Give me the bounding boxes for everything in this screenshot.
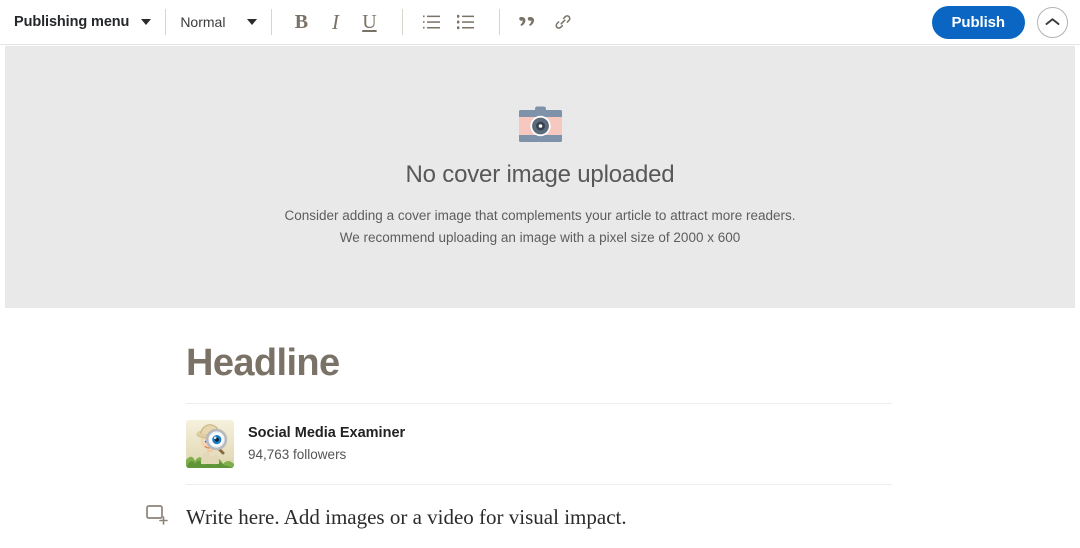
chevron-down-icon: [247, 19, 258, 25]
cover-image-upload-area[interactable]: No cover image uploaded Consider adding …: [5, 46, 1075, 308]
quote-icon: [519, 17, 535, 26]
camera-icon: [517, 106, 564, 151]
author-meta: Social Media Examiner 94,763 followers: [248, 424, 405, 464]
avatar: [186, 420, 234, 468]
text-format-group: B I U: [286, 7, 388, 37]
add-image-block-icon: [146, 505, 168, 525]
ordered-list-button[interactable]: [417, 7, 447, 37]
article-body-input[interactable]: Write here. Add images or a video for vi…: [186, 505, 627, 530]
social-media-examiner-logo: [186, 420, 234, 468]
article-body-row: Write here. Add images or a video for vi…: [146, 485, 892, 530]
ordered-list-icon: [423, 15, 441, 29]
quote-button[interactable]: [514, 7, 544, 37]
bulleted-list-button[interactable]: [451, 7, 481, 37]
author-followers: 94,763 followers: [248, 447, 347, 462]
publish-button[interactable]: Publish: [931, 5, 1025, 39]
author-name: Social Media Examiner: [248, 425, 406, 441]
author-row: Social Media Examiner 94,763 followers: [186, 404, 892, 484]
toolbar-actions: Publish: [931, 5, 1068, 39]
toolbar-divider: [271, 9, 273, 35]
cover-subtitle-line1: Consider adding a cover image that compl…: [284, 207, 796, 223]
collapse-toolbar-button[interactable]: [1037, 6, 1068, 38]
link-button[interactable]: [548, 7, 578, 37]
article-editor: Headline Social Media Examiner 94,763 fo…: [146, 330, 892, 530]
bulleted-list-icon: [457, 14, 475, 30]
toolbar-divider: [499, 9, 501, 35]
list-format-group: [417, 7, 485, 37]
link-icon: [555, 15, 571, 29]
editor-toolbar: Publishing menu Normal B I U Publish: [0, 0, 1080, 45]
publishing-menu-dropdown[interactable]: Publishing menu: [14, 7, 152, 37]
headline-input[interactable]: Headline: [186, 330, 892, 403]
bold-button[interactable]: B: [286, 7, 316, 37]
chevron-down-icon: [141, 19, 152, 25]
cover-subtitle-line2: We recommend uploading an image with a p…: [339, 229, 741, 245]
toolbar-divider: [402, 9, 404, 35]
italic-button[interactable]: I: [320, 7, 350, 37]
publishing-menu-label: Publishing menu: [14, 14, 130, 30]
underline-button[interactable]: U: [354, 7, 384, 37]
cover-title: No cover image uploaded: [405, 160, 675, 188]
text-style-dropdown[interactable]: Normal: [180, 7, 258, 37]
text-style-label: Normal: [180, 14, 226, 30]
toolbar-divider: [165, 9, 167, 35]
add-image-block-button[interactable]: [146, 505, 168, 530]
chevron-up-icon: [1045, 18, 1060, 25]
insert-group: [514, 7, 582, 37]
